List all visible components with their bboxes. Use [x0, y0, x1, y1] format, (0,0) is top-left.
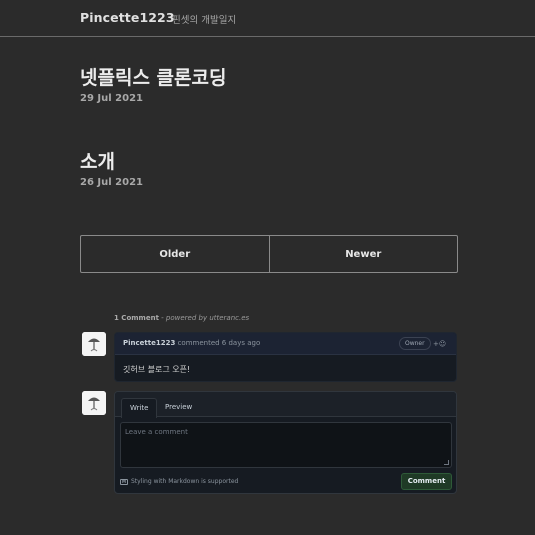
- resize-handle[interactable]: [444, 460, 449, 465]
- tab-preview[interactable]: Preview: [157, 398, 200, 418]
- older-button[interactable]: Older: [81, 236, 269, 272]
- owner-badge: Owner: [399, 337, 431, 350]
- comment-header: Pincette1223 commented 6 days ago Owner …: [115, 333, 456, 355]
- post-entry[interactable]: 넷플릭스 클론코딩 29 Jul 2021: [80, 66, 226, 104]
- comment-editor: Write Preview Leave a comment M Styling …: [114, 391, 457, 494]
- avatar-image: [82, 391, 106, 415]
- comment-timestamp: commented 6 days ago: [175, 339, 261, 347]
- comment-count-label: 1 Comment: [114, 314, 159, 322]
- markdown-icon: M: [120, 478, 128, 485]
- pagination: Older Newer: [80, 235, 458, 273]
- newer-button[interactable]: Newer: [268, 236, 458, 272]
- site-subtitle: 핀셋의 개발일지: [172, 15, 237, 26]
- site-title[interactable]: Pincette1223: [80, 10, 175, 25]
- comment-input[interactable]: Leave a comment: [120, 422, 452, 468]
- avatar[interactable]: [82, 332, 106, 356]
- post-title[interactable]: 소개: [80, 150, 143, 174]
- comment-author-line: Pincette1223 commented 6 days ago: [123, 339, 260, 347]
- markdown-note[interactable]: M Styling with Markdown is supported: [120, 478, 238, 485]
- tab-write[interactable]: Write: [121, 398, 158, 418]
- post-date: 26 Jul 2021: [80, 177, 143, 188]
- comment-placeholder: Leave a comment: [125, 428, 188, 436]
- avatar-image: [82, 332, 106, 356]
- smiley-icon: +☺: [433, 340, 447, 348]
- post-date: 29 Jul 2021: [80, 93, 143, 104]
- comment-card: Pincette1223 commented 6 days ago Owner …: [114, 332, 457, 382]
- reaction-button[interactable]: +☺: [433, 338, 449, 350]
- post-title[interactable]: 넷플릭스 클론코딩: [80, 66, 226, 90]
- comment-body: 깃허브 블로그 오픈!: [123, 365, 191, 374]
- site-header: Pincette1223 핀셋의 개발일지: [0, 0, 535, 37]
- comment-author[interactable]: Pincette1223: [123, 339, 175, 347]
- comment-submit-button[interactable]: Comment: [401, 473, 452, 490]
- comment-count: 1 Comment - powered by utteranc.es: [114, 314, 249, 322]
- markdown-note-label: Styling with Markdown is supported: [131, 478, 239, 485]
- avatar[interactable]: [82, 391, 106, 415]
- post-entry[interactable]: 소개 26 Jul 2021: [80, 150, 143, 188]
- editor-tabs: Write Preview: [115, 392, 456, 418]
- powered-by-label[interactable]: - powered by utteranc.es: [159, 314, 249, 322]
